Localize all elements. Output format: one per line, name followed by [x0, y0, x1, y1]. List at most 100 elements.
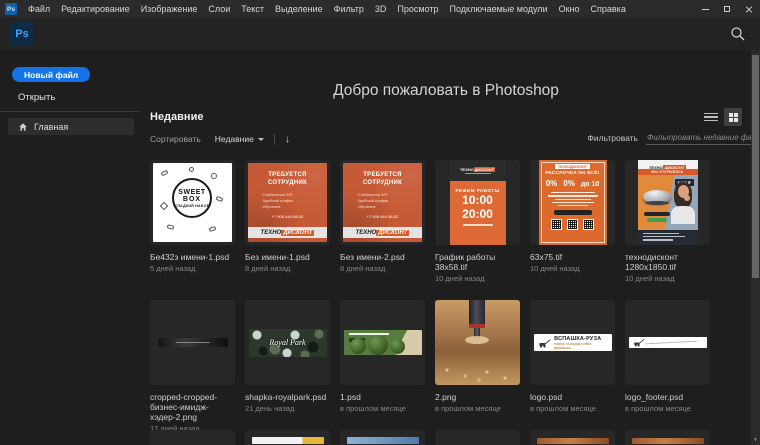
search-icon[interactable] — [730, 26, 746, 42]
menu-view[interactable]: Просмотр — [397, 4, 438, 14]
recent-files-row-3 — [150, 430, 710, 445]
file-name: 1.psd — [340, 392, 425, 402]
scrollbar-thumb[interactable] — [752, 55, 759, 278]
file-card-logo-footer[interactable]: logo_footer.psd в прошлом месяце — [625, 300, 710, 433]
recent-files-row-2: cropped-cropped-бизнес-имидж-хэдер-2.png… — [150, 300, 710, 433]
minimize-button[interactable] — [694, 0, 716, 18]
recent-section-title: Недавние — [150, 111, 203, 123]
thumbnail-tile — [340, 300, 425, 385]
file-name: График работы 38х58.tif — [435, 252, 520, 272]
file-card-installment[interactable]: ТЕХНОДИСКОНТ РАССРОЧКА НА ВСЁ! 0% 0% до … — [530, 160, 615, 283]
file-card-vacancy-1[interactable]: ТРЕБУЕТСЯСОТРУДНИК · Стабильная З/П · Уд… — [245, 160, 330, 283]
thumbnail-tile: ТЕХНОДИСКОНТ РЕЖИМ РАБОТЫ 10:00 20:00 — [435, 160, 520, 245]
maximize-button[interactable] — [716, 0, 738, 18]
sidebar-item-home[interactable]: Главная — [8, 118, 134, 135]
file-card-royalpark[interactable]: Royal Park shapka-royalpark.psd 21 день … — [245, 300, 330, 433]
menu-plugins[interactable]: Подключаемые модули — [450, 4, 548, 14]
vspashka-logo-thumbnail: ВСПАШКА-РУЗА ПОКОС ГАЗОНОВ | СПИЛ ДЕРЕВЬ… — [534, 334, 612, 351]
recent-files-row-1: SWEET BOX СЛАДКИЙ НАБОР Бе432з имени-1.p… — [150, 160, 710, 283]
sort-direction-button[interactable]: ↓ — [285, 134, 290, 145]
file-age: 8 дней назад — [245, 264, 330, 273]
photoshop-logo: Ps — [10, 22, 34, 46]
file-card-cutoff[interactable] — [245, 430, 330, 445]
thumbnail-tile: SWEET BOX СЛАДКИЙ НАБОР — [150, 160, 235, 245]
file-age: в прошлом месяце — [340, 404, 425, 413]
filter-label: Фильтровать — [587, 133, 638, 143]
list-view-icon[interactable] — [704, 111, 718, 123]
menu-help[interactable]: Справка — [591, 4, 626, 14]
thumbnail-tile: Royal Park — [245, 300, 330, 385]
file-age: в прошлом месяце — [435, 404, 520, 413]
file-card-wood-cnc[interactable]: 2.png в прошлом месяце — [435, 300, 520, 433]
grid-view-button[interactable] — [724, 108, 742, 126]
installment-thumbnail: ТЕХНОДИСКОНТ РАССРОЧКА НА ВСЁ! 0% 0% до … — [539, 160, 607, 245]
file-card-sweetbox[interactable]: SWEET BOX СЛАДКИЙ НАБОР Бе432з имени-1.p… — [150, 160, 235, 283]
cutoff-banner-thumbnail — [252, 437, 324, 444]
logo-footer-thumbnail — [629, 337, 707, 348]
vacancy-thumbnail: ТРЕБУЕТСЯСОТРУДНИК · Стабильная З/П · Уд… — [343, 163, 422, 242]
home-icon — [18, 122, 28, 132]
thumbnail-tile — [245, 430, 330, 445]
menu-select[interactable]: Выделение — [275, 4, 323, 14]
open-button[interactable]: Открыть — [18, 92, 55, 103]
file-card-garden-banner[interactable]: 1.psd в прошлом месяце — [340, 300, 425, 433]
thumbnail-tile: ТРЕБУЕТСЯСОТРУДНИК · Стабильная З/П · Уд… — [340, 160, 425, 245]
sweetbox-logo: SWEET BOX СЛАДКИЙ НАБОР — [172, 178, 212, 218]
wood-cnc-thumbnail — [435, 300, 520, 385]
window-controls — [694, 0, 760, 18]
file-age: 10 дней назад — [435, 274, 520, 283]
file-age: 21 день назад — [245, 404, 330, 413]
menu-layers[interactable]: Слои — [208, 4, 230, 14]
file-card-schedule[interactable]: ТЕХНОДИСКОНТ РЕЖИМ РАБОТЫ 10:00 20:00 Гр… — [435, 160, 520, 283]
file-age: 5 дней назад — [150, 264, 235, 273]
thumbnail-tile — [625, 430, 710, 445]
menu-edit[interactable]: Редактирование — [61, 4, 130, 14]
file-name: Без имени-2.psd — [340, 252, 425, 262]
sort-dropdown[interactable]: Недавние — [215, 134, 264, 144]
sidebar-home-label: Главная — [34, 122, 68, 132]
file-name: logo_footer.psd — [625, 392, 710, 402]
menu-file[interactable]: Файл — [28, 4, 50, 14]
scrollbar-down-arrow[interactable]: ▼ — [752, 437, 759, 443]
banner-strip-thumbnail — [158, 338, 228, 347]
thumbnail-tile: ТРЕБУЕТСЯСОТРУДНИК · Стабильная З/П · Уд… — [245, 160, 330, 245]
filter-input[interactable] — [646, 131, 752, 145]
app-bar: Ps — [0, 18, 760, 50]
technodiscont-logo: ТЕХНОДИСКОНТ — [460, 167, 495, 172]
chevron-down-icon — [258, 138, 264, 141]
thumbnail-tile — [435, 430, 520, 445]
thumbnail-tile: ВСПАШКА-РУЗА ПОКОС ГАЗОНОВ | СПИЛ ДЕРЕВЬ… — [530, 300, 615, 385]
file-card-cutoff[interactable] — [625, 430, 710, 445]
file-card-cutoff[interactable] — [435, 430, 520, 445]
file-card-cutoff[interactable] — [530, 430, 615, 445]
file-age: 8 дней назад — [340, 264, 425, 273]
file-name: Бе432з имени-1.psd — [150, 252, 235, 262]
file-card-poster[interactable]: ТЕХНОДИСКОНТ МЫ ОТКРЫЛИСЬ 5 990 ₽ технод… — [625, 160, 710, 283]
ps-taskbar-icon: Ps — [5, 3, 17, 15]
lawnmower-icon — [538, 338, 552, 348]
file-name: 63х75.tif — [530, 252, 615, 262]
garden-banner-thumbnail — [344, 330, 422, 355]
technodiscont-logo: ТЕХНОДИСКОНТ — [638, 160, 698, 169]
photoshop-home-window: Ps Файл Редактирование Изображение Слои … — [0, 0, 760, 445]
file-card-cutoff[interactable] — [340, 430, 425, 445]
file-card-logo[interactable]: ВСПАШКА-РУЗА ПОКОС ГАЗОНОВ | СПИЛ ДЕРЕВЬ… — [530, 300, 615, 433]
file-card-header-strip[interactable]: cropped-cropped-бизнес-имидж-хэдер-2.png… — [150, 300, 235, 433]
close-icon — [745, 5, 753, 13]
file-card-vacancy-2[interactable]: ТРЕБУЕТСЯСОТРУДНИК · Стабильная З/П · Уд… — [340, 160, 425, 283]
technodiscont-logo: ТЕХНОДИСКОНТ — [248, 227, 327, 238]
close-button[interactable] — [738, 0, 760, 18]
file-card-cutoff[interactable] — [150, 430, 235, 445]
file-name: shapka-royalpark.psd — [245, 392, 330, 402]
menu-bar: Ps Файл Редактирование Изображение Слои … — [0, 0, 760, 18]
qr-codes — [551, 219, 594, 230]
menu-image[interactable]: Изображение — [141, 4, 198, 14]
menu-window[interactable]: Окно — [559, 4, 580, 14]
new-file-button[interactable]: Новый файл — [12, 67, 90, 82]
menu-filter[interactable]: Фильтр — [334, 4, 364, 14]
file-age: 10 дней назад — [530, 264, 615, 273]
menu-3d[interactable]: 3D — [375, 4, 387, 14]
file-name: logo.psd — [530, 392, 615, 402]
file-age: в прошлом месяце — [625, 404, 710, 413]
menu-type[interactable]: Текст — [241, 4, 264, 14]
